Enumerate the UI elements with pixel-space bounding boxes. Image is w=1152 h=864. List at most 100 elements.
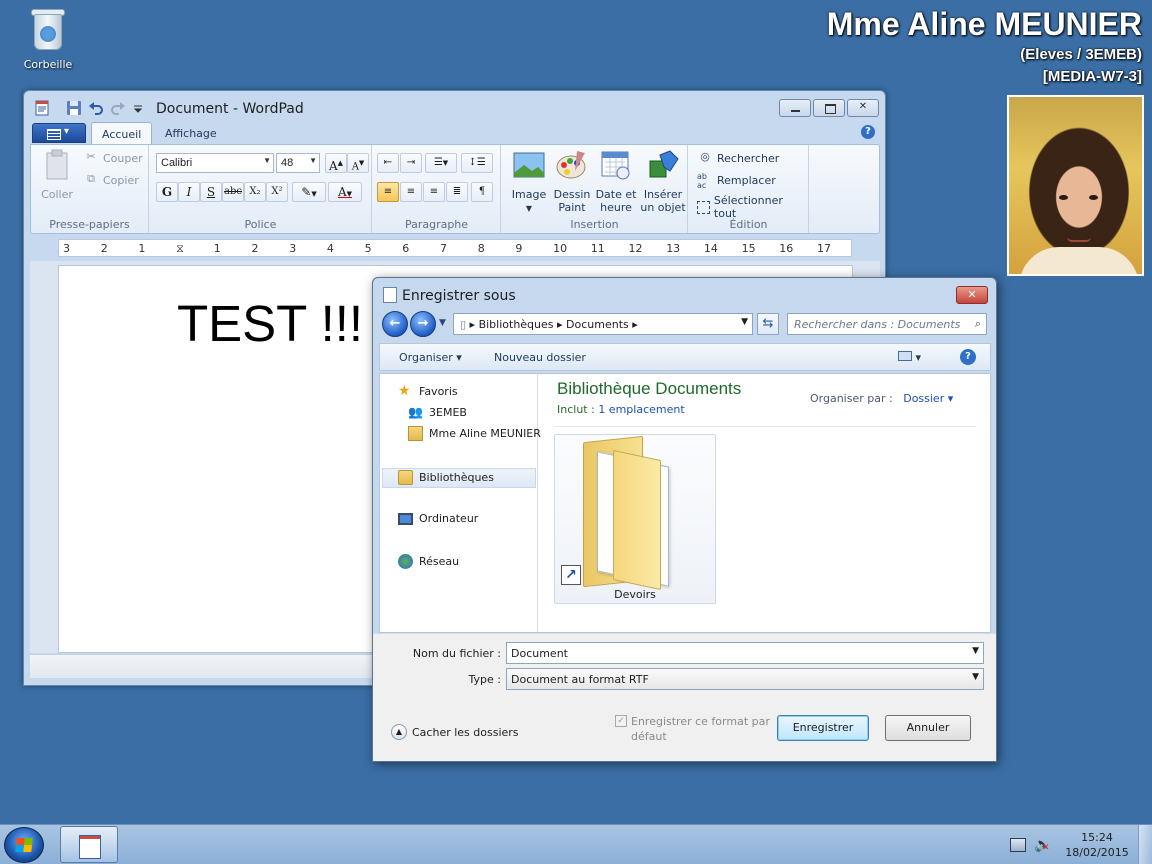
- show-desktop-button[interactable]: [1138, 825, 1152, 864]
- search-input[interactable]: Rechercher dans : Documents ⌕: [787, 313, 987, 335]
- nav-network[interactable]: Réseau: [398, 554, 459, 569]
- chevron-down-icon[interactable]: ▼: [741, 317, 748, 327]
- edit-group-label: Édition: [729, 218, 768, 231]
- save-icon[interactable]: [66, 100, 82, 116]
- scissors-icon: ✂: [86, 150, 96, 163]
- includes-link[interactable]: 1 emplacement: [598, 403, 684, 416]
- filename-input[interactable]: Document ▼: [506, 642, 984, 664]
- app-menu-button[interactable]: [32, 123, 86, 143]
- insert-object-button[interactable]: Insérer un objet: [640, 147, 686, 214]
- line-spacing-button[interactable]: ↕☰: [461, 153, 493, 173]
- address-bar[interactable]: ▯ ▸ Bibliothèques ▸ Documents ▸ ▼: [453, 313, 753, 335]
- replace-button[interactable]: ab ac Remplacer: [697, 172, 776, 190]
- font-size-select[interactable]: 48 ▼: [276, 153, 320, 173]
- align-center-button[interactable]: ≡: [400, 182, 422, 202]
- arrange-by: Organiser par : Dossier ▾: [810, 392, 953, 405]
- cancel-button[interactable]: Annuler: [885, 715, 971, 741]
- breadcrumb-libraries[interactable]: Bibliothèques: [479, 318, 554, 331]
- find-button[interactable]: ◎ Rechercher: [697, 150, 779, 166]
- grow-font-button[interactable]: A▲: [325, 153, 347, 173]
- recycle-bin-icon[interactable]: Corbeille: [18, 6, 78, 71]
- customize-quick-access-icon[interactable]: [130, 100, 146, 116]
- breadcrumb-documents[interactable]: Documents: [566, 318, 629, 331]
- minimize-button[interactable]: [779, 99, 811, 117]
- volume-muted-icon[interactable]: 🔈 ✕: [1034, 837, 1051, 853]
- folder-item[interactable]: ↗ Devoirs: [554, 434, 716, 604]
- document-text[interactable]: TEST !!!: [177, 294, 363, 353]
- view-options-button[interactable]: ▾: [898, 351, 921, 364]
- nav-libraries[interactable]: Bibliothèques: [398, 470, 494, 485]
- hide-folders-label: Cacher les dossiers: [412, 725, 519, 739]
- network-tray-icon[interactable]: [1010, 838, 1026, 852]
- highlight-color-button[interactable]: ✎▼: [292, 182, 326, 202]
- paragraph-dialog-button[interactable]: ¶: [471, 182, 493, 202]
- maximize-button[interactable]: [813, 99, 845, 117]
- tab-view[interactable]: Affichage: [155, 122, 227, 144]
- type-label: Type :: [468, 673, 501, 686]
- ruler-tick: 5: [364, 242, 372, 255]
- font-color-icon: A: [337, 185, 347, 199]
- line-spacing-icon: ↕☰: [468, 157, 486, 168]
- underline-button[interactable]: S: [200, 182, 222, 202]
- decrease-indent-button[interactable]: ⇤: [377, 153, 399, 173]
- close-button[interactable]: [847, 99, 879, 117]
- ruler[interactable]: 3 2 1 ⧖ 1 2 3 4 5 6 7 8 9 10 11 12 13 14 15 16 17: [58, 239, 852, 257]
- paint-label-2: Paint: [558, 201, 586, 214]
- ruler-tick: 8: [477, 242, 485, 255]
- save-default-checkbox[interactable]: ✓ Enregistrer ce format par défaut: [615, 714, 775, 744]
- refresh-button[interactable]: ⇆: [757, 313, 779, 335]
- insert-image-button[interactable]: Image ▼: [508, 147, 550, 215]
- align-right-button[interactable]: ≡: [423, 182, 445, 202]
- font-color-button[interactable]: A▼: [328, 182, 362, 202]
- clock-date: 18/02/2015: [1065, 846, 1129, 859]
- font-size-value: 48: [281, 157, 294, 169]
- copy-button[interactable]: ⧉ Copier: [83, 172, 139, 188]
- arrange-by-dropdown[interactable]: Dossier ▾: [903, 392, 953, 405]
- cut-button[interactable]: ✂ Couper: [83, 150, 142, 166]
- align-left-button[interactable]: ≡: [377, 182, 399, 202]
- increase-indent-button[interactable]: ⇥: [400, 153, 422, 173]
- paint-label-1: Dessin: [553, 188, 591, 201]
- hide-folders-button[interactable]: ▲ Cacher les dossiers: [391, 724, 519, 740]
- help-icon[interactable]: ?: [861, 125, 875, 139]
- library-icon: [398, 470, 413, 485]
- back-button[interactable]: ←: [382, 311, 408, 337]
- start-button[interactable]: [4, 827, 44, 863]
- bullets-button[interactable]: ☰▼: [425, 153, 457, 173]
- ruler-tick: 2: [251, 242, 259, 255]
- nav-computer[interactable]: Ordinateur: [398, 512, 478, 525]
- tab-home[interactable]: Accueil: [91, 122, 153, 144]
- select-all-button[interactable]: Sélectionner tout: [697, 194, 808, 220]
- save-button[interactable]: Enregistrer: [777, 715, 869, 741]
- type-select[interactable]: Document au format RTF ▼: [506, 668, 984, 690]
- recent-pages-icon[interactable]: ▼: [439, 318, 446, 328]
- nav-fav-3emeb[interactable]: 👥 3EMEB: [408, 405, 467, 420]
- chevron-down-icon[interactable]: ▼: [972, 646, 979, 656]
- paint-drawing-button[interactable]: Dessin Paint: [552, 147, 592, 214]
- date-time-button[interactable]: Date et heure: [594, 147, 638, 214]
- bold-button[interactable]: G: [156, 182, 178, 202]
- strikethrough-button[interactable]: abc: [222, 182, 244, 202]
- taskbar-wordpad-button[interactable]: [60, 826, 118, 863]
- dialog-icon: [383, 287, 397, 303]
- clock[interactable]: 15:24 18/02/2015: [1060, 830, 1134, 860]
- new-folder-button[interactable]: Nouveau dossier: [494, 351, 586, 364]
- paste-button[interactable]: Coller: [37, 147, 77, 201]
- dialog-close-button[interactable]: ✕: [956, 286, 988, 304]
- subscript-button[interactable]: X₂: [244, 182, 266, 202]
- nav-fav-user[interactable]: Mme Aline MEUNIER: [408, 426, 541, 441]
- dialog-help-icon[interactable]: ?: [960, 349, 976, 365]
- justify-button[interactable]: ≣: [446, 182, 468, 202]
- palette-icon: [556, 151, 586, 179]
- library-includes: Inclut : 1 emplacement: [557, 403, 685, 416]
- forward-button[interactable]: →: [410, 311, 436, 337]
- redo-icon[interactable]: [110, 100, 126, 116]
- superscript-button[interactable]: X²: [266, 182, 288, 202]
- shrink-font-button[interactable]: A▼: [347, 153, 369, 173]
- undo-icon[interactable]: [88, 100, 104, 116]
- nav-favorites[interactable]: ★ Favoris: [398, 384, 458, 399]
- ruler-tick: 13: [666, 242, 681, 255]
- italic-button[interactable]: I: [178, 182, 200, 202]
- organize-button[interactable]: Organiser ▾: [399, 351, 462, 364]
- font-family-select[interactable]: Calibri ▼: [156, 153, 274, 173]
